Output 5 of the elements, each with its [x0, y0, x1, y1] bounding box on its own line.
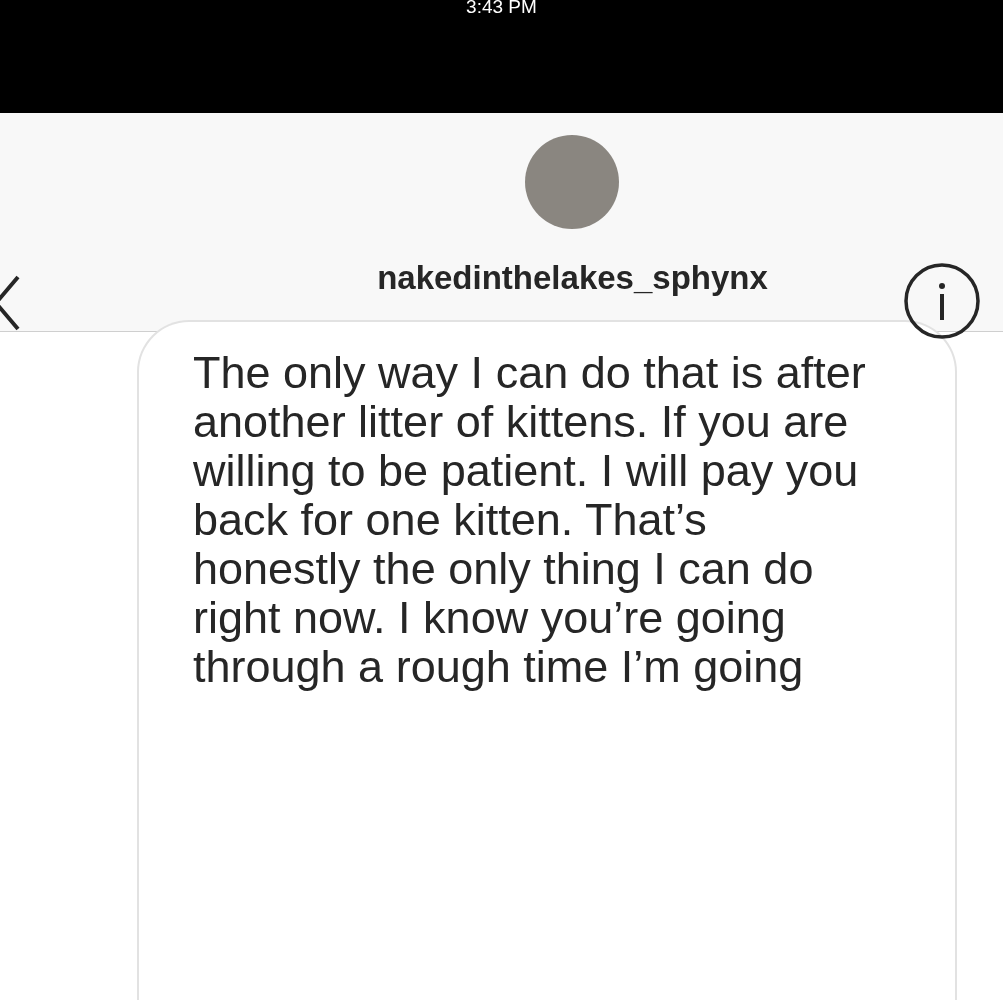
info-icon[interactable] — [903, 262, 981, 340]
back-icon[interactable] — [0, 273, 22, 333]
message-text: The only way I can do that is after another litter of kittens. If you are willing to be patient. I will pay you back for one kitten. That’s honestly the only thing I can do right now. I know you’re going through a rough time I’m going — [193, 348, 867, 691]
status-time: 3:43 PM — [466, 0, 537, 16]
username[interactable]: nakedinthelakes_sphynx — [377, 259, 768, 297]
